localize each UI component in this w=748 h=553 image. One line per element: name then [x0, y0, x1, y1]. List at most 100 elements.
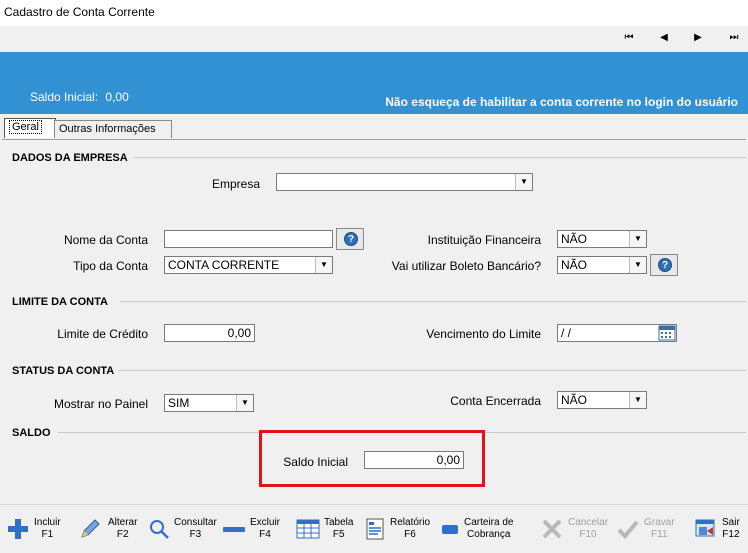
tab-outras-informacoes[interactable]: Outras Informações	[54, 120, 172, 138]
nome-conta-input[interactable]	[164, 230, 333, 248]
tipo-conta-select[interactable]: CONTA CORRENTE ▼	[164, 256, 333, 274]
last-icon: ⏭	[729, 32, 739, 43]
carteira-label-line2: Cobrança	[467, 529, 511, 540]
exit-icon	[695, 519, 715, 537]
conta-encerrada-value: NÃO	[561, 393, 588, 407]
divider	[118, 370, 746, 371]
pencil-icon	[81, 519, 100, 538]
last-record-button[interactable]: ⏭	[727, 31, 741, 45]
next-record-button[interactable]: ▶	[691, 31, 705, 45]
consultar-shortcut: F3	[189, 529, 202, 540]
incluir-button[interactable]: Incluir F1	[6, 513, 68, 545]
banner-warning: Não esqueça de habilitar a conta corrent…	[385, 95, 738, 109]
tab-geral[interactable]: Geral	[4, 118, 56, 138]
record-navigation: ⏮ ◀ ▶ ⏭	[0, 26, 748, 52]
bottom-toolbar: Incluir F1 Alterar F2 Consultar F3 Excluir F…	[0, 504, 748, 553]
mostrar-painel-label: Mostrar no Painel	[53, 397, 148, 411]
empresa-select[interactable]: ▼	[276, 173, 533, 191]
excluir-shortcut: F4	[259, 529, 271, 540]
report-icon	[366, 518, 384, 540]
first-icon: ⏮	[624, 32, 634, 43]
incluir-shortcut: F1	[41, 529, 54, 540]
chevron-down-icon[interactable]: ▼	[315, 257, 332, 273]
next-icon: ▶	[694, 32, 702, 43]
section-saldo: SALDO	[12, 427, 51, 439]
help-icon: ?	[344, 232, 358, 246]
section-limite-conta: LIMITE DA CONTA	[12, 296, 108, 308]
section-status-conta: STATUS DA CONTA	[12, 365, 115, 377]
sair-button[interactable]: Sair F12	[694, 513, 742, 545]
table-icon	[296, 519, 320, 539]
previous-record-button[interactable]: ◀	[657, 31, 671, 45]
conta-encerrada-label: Conta Encerrada	[450, 394, 541, 408]
conta-encerrada-select[interactable]: NÃO ▼	[557, 391, 647, 409]
carteira-cobranca-button[interactable]: Carteira de Cobrança	[440, 513, 516, 545]
sair-label: Sair	[722, 517, 740, 528]
tabela-shortcut: F5	[332, 529, 345, 540]
first-record-button[interactable]: ⏮	[622, 31, 636, 45]
help-icon: ?	[658, 258, 672, 272]
section-dados-empresa: DADOS DA EMPRESA	[12, 152, 128, 164]
vencimento-value: / /	[561, 326, 572, 340]
cancelar-shortcut: F10	[579, 529, 597, 540]
alterar-button[interactable]: Alterar F2	[78, 513, 140, 545]
title-bar: Cadastro de Conta Corrente	[0, 0, 748, 26]
instituicao-select[interactable]: NÃO ▼	[557, 230, 647, 248]
chevron-down-icon[interactable]: ▼	[629, 231, 646, 247]
vencimento-input[interactable]: / /	[557, 324, 677, 342]
nome-conta-help-button[interactable]: ?	[336, 228, 364, 250]
relatorio-label: Relatório	[390, 517, 431, 528]
mostrar-painel-select[interactable]: SIM ▼	[164, 394, 254, 412]
gravar-shortcut: F11	[651, 529, 668, 540]
alterar-shortcut: F2	[116, 529, 129, 540]
boleto-value: NÃO	[561, 258, 588, 272]
gravar-label: Gravar	[644, 517, 675, 528]
instituicao-label: Instituição Financeira	[427, 233, 541, 247]
banner-saldo-label: Saldo Inicial:	[30, 90, 99, 104]
plus-icon	[8, 519, 28, 539]
banner-saldo-value: 0,00	[105, 90, 129, 104]
consultar-button[interactable]: Consultar F3	[148, 513, 217, 545]
tab-outras-label: Outras Informações	[59, 123, 156, 135]
tab-geral-label: Geral	[9, 120, 42, 134]
carteira-label-line1: Carteira de	[464, 517, 514, 528]
boleto-label: Vai utilizar Boleto Bancário?	[391, 259, 541, 273]
saldo-inicial-input[interactable]: 0,00	[364, 451, 464, 469]
tipo-conta-label: Tipo da Conta	[73, 259, 148, 273]
search-icon	[150, 520, 169, 539]
calendar-icon[interactable]	[658, 325, 676, 341]
excluir-button[interactable]: Excluir F4	[222, 513, 284, 545]
gravar-button[interactable]: Gravar F11	[616, 513, 678, 545]
tab-strip: Geral Outras Informações	[0, 118, 748, 140]
sair-shortcut: F12	[722, 529, 740, 540]
empresa-label: Empresa	[211, 177, 260, 191]
instituicao-value: NÃO	[561, 232, 588, 246]
cancelar-button[interactable]: Cancelar F10	[540, 513, 608, 545]
info-banner: Saldo Inicial: 0,00 Não esqueça de habil…	[0, 52, 748, 114]
chevron-down-icon[interactable]: ▼	[236, 395, 253, 411]
chevron-down-icon[interactable]: ▼	[629, 257, 646, 273]
incluir-label: Incluir	[34, 517, 61, 528]
tipo-conta-value: CONTA CORRENTE	[168, 258, 280, 272]
nome-conta-label: Nome da Conta	[63, 233, 148, 247]
cancel-x-icon	[542, 519, 562, 539]
window-title: Cadastro de Conta Corrente	[4, 5, 155, 19]
consultar-label: Consultar	[174, 517, 217, 528]
limite-credito-input[interactable]: 0,00	[164, 324, 255, 342]
checkmark-icon	[617, 520, 639, 539]
wallet-icon	[442, 525, 458, 534]
saldo-inicial-label: Saldo Inicial	[283, 455, 348, 469]
mostrar-painel-value: SIM	[168, 396, 190, 410]
boleto-help-button[interactable]: ?	[650, 254, 678, 276]
boleto-select[interactable]: NÃO ▼	[557, 256, 647, 274]
tabela-button[interactable]: Tabela F5	[296, 513, 356, 545]
chevron-down-icon[interactable]: ▼	[629, 392, 646, 408]
chevron-down-icon[interactable]: ▼	[515, 174, 532, 190]
vencimento-label: Vencimento do Limite	[426, 327, 541, 341]
excluir-label: Excluir	[250, 517, 281, 528]
divider	[134, 157, 746, 158]
relatorio-button[interactable]: Relatório F6	[364, 513, 432, 545]
limite-credito-label: Limite de Crédito	[57, 327, 148, 341]
relatorio-shortcut: F6	[404, 529, 416, 540]
tabela-label: Tabela	[324, 517, 354, 528]
